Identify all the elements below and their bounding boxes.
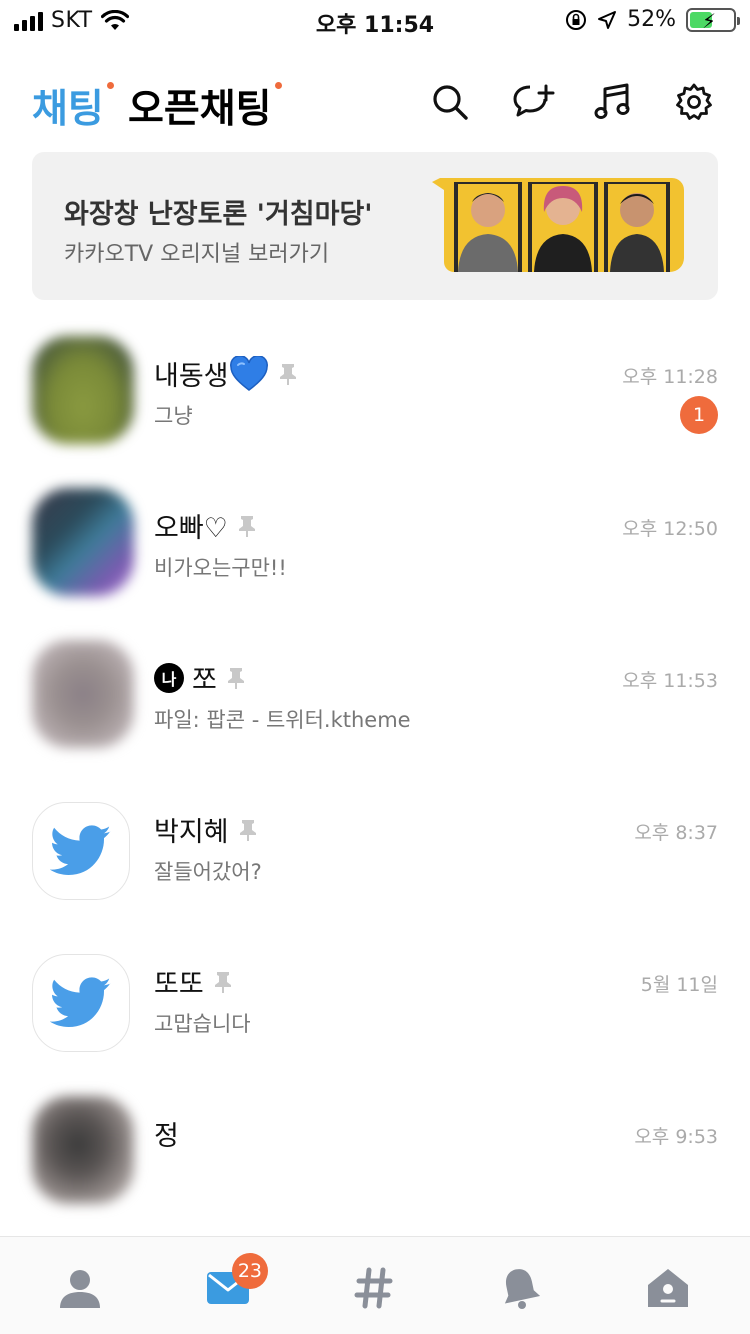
settings-button[interactable]: [672, 80, 716, 124]
avatar: [32, 954, 130, 1052]
new-chat-button[interactable]: [512, 80, 556, 124]
chat-count-badge: 23: [231, 1253, 268, 1289]
tab-open-chat[interactable]: 오픈채팅: [128, 78, 282, 134]
tab-open-chat-label: 오픈채팅: [128, 87, 272, 132]
new-chat-icon: [513, 84, 555, 117]
avatar: [32, 336, 134, 444]
chat-preview: 비가오는구만!!: [154, 556, 287, 580]
unread-badge: 1: [680, 396, 718, 434]
pin-icon: [214, 971, 231, 993]
chat-name: 정: [154, 1114, 179, 1153]
search-icon: [433, 85, 468, 120]
chat-name-label: 박지혜: [154, 817, 229, 848]
hashtag-icon: [354, 1267, 393, 1309]
chat-name-label: 쪼: [192, 665, 217, 696]
avatar: [32, 488, 134, 596]
chat-time: 오후 11:28: [622, 366, 718, 388]
music-icon: [594, 83, 630, 119]
chat-time: 오후 12:50: [622, 518, 718, 540]
nav-more[interactable]: [638, 1263, 698, 1313]
twitter-bird-icon: [50, 977, 111, 1028]
new-dot: [106, 82, 114, 89]
battery-percent: 52%: [627, 7, 676, 32]
me-badge: 나: [154, 662, 184, 693]
chat-time: 오후 11:53: [622, 670, 718, 692]
avatar: [32, 802, 130, 900]
rotation-lock-icon: [566, 9, 587, 30]
chat-name: 박지혜: [154, 810, 259, 849]
battery-icon: ⚡: [686, 7, 740, 33]
chat-row[interactable]: 나 쪼 파일: 팝콘 - 트위터.ktheme 오후 11:53: [0, 624, 750, 776]
chat-name: 오빠♡: [154, 506, 258, 545]
bell-icon: [504, 1269, 540, 1309]
banner-title: 와장창 난장토론 '거침마당': [64, 199, 373, 230]
new-dot: [274, 82, 282, 89]
chat-row[interactable]: 오빠♡ 비가오는구만!! 오후 12:50: [0, 472, 750, 624]
wifi-icon: [100, 9, 129, 30]
carrier-label: SKT: [51, 8, 93, 33]
chat-name: 내동생: [154, 354, 299, 393]
search-button[interactable]: [428, 80, 472, 124]
signal-icon: [14, 11, 43, 31]
nav-hashtag[interactable]: [344, 1263, 404, 1313]
pin-icon: [279, 363, 296, 385]
nav-friends[interactable]: [50, 1263, 110, 1313]
chat-name: 또또: [154, 962, 234, 1001]
pin-icon: [239, 819, 256, 841]
person-icon: [60, 1270, 100, 1308]
pin-icon: [238, 515, 255, 537]
chat-name-label: 내동생: [154, 361, 229, 392]
nav-notifications[interactable]: [490, 1263, 550, 1313]
tab-chat[interactable]: 채팅: [32, 78, 114, 134]
pin-icon: [227, 667, 244, 689]
banner-subtitle: 카카오TV 오리지널 보러가기: [64, 242, 330, 267]
chat-preview: 파일: 팝콘 - 트위터.ktheme: [154, 708, 411, 732]
nav-chats[interactable]: 23: [198, 1253, 268, 1313]
chat-name: 나 쪼: [154, 658, 247, 697]
chat-preview: 그냥: [154, 404, 193, 428]
status-bar: SKT 오후 11:54 52% ⚡: [0, 0, 750, 40]
chat-row[interactable]: 박지혜 잘들어갔어? 오후 8:37: [0, 776, 750, 928]
chat-preview: 잘들어갔어?: [154, 860, 262, 884]
chat-row[interactable]: 내동생 그냥 오후 11:28 1: [0, 320, 750, 472]
chat-name-label: 또또: [154, 969, 204, 1000]
music-button[interactable]: [590, 80, 634, 124]
header: 채팅 오픈채팅: [0, 70, 750, 140]
avatar: [32, 1096, 134, 1204]
status-left: SKT: [14, 8, 129, 33]
location-icon: [598, 10, 617, 29]
chat-time: 오후 9:53: [634, 1126, 718, 1148]
chat-row[interactable]: 정 오후 9:53: [0, 1080, 750, 1232]
home-icon: [648, 1269, 688, 1307]
avatar: [32, 640, 134, 748]
chat-time: 오후 8:37: [634, 822, 718, 844]
tab-chat-label: 채팅: [32, 87, 104, 132]
chat-name-label: 오빠♡: [154, 513, 228, 544]
chat-preview: 고맙습니다: [154, 1012, 251, 1036]
chat-row[interactable]: 또또 고맙습니다 5월 11일: [0, 928, 750, 1080]
status-right: 52% ⚡: [565, 7, 740, 33]
settings-icon: [676, 83, 712, 120]
banner-image: [432, 178, 684, 272]
chat-name-label: 정: [154, 1121, 179, 1152]
twitter-bird-icon: [50, 825, 111, 876]
ad-banner[interactable]: 와장창 난장토론 '거침마당' 카카오TV 오리지널 보러가기: [32, 152, 718, 300]
bottom-nav: 23: [0, 1236, 750, 1334]
chat-time: 5월 11일: [640, 974, 718, 996]
blue-heart-icon: [229, 355, 268, 391]
